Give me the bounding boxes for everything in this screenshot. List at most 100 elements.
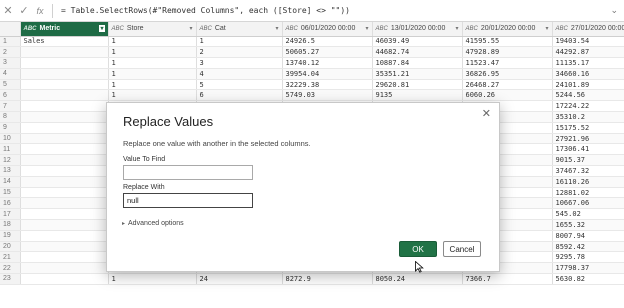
table-cell[interactable]: 44292.87 (552, 46, 624, 59)
table-cell[interactable]: 1 (196, 36, 283, 48)
table-cell[interactable] (20, 111, 109, 123)
table-cell[interactable] (20, 68, 109, 80)
table-cell[interactable]: 34660.16 (552, 68, 624, 80)
table-cell[interactable]: 44682.74 (372, 46, 463, 59)
row-number[interactable]: 21 (0, 251, 21, 264)
x-icon[interactable]: ✕ (0, 2, 16, 20)
type-abc-icon[interactable]: ABC (376, 26, 388, 32)
filter-dropdown-icon[interactable]: ▾ (365, 25, 368, 32)
formula-input[interactable]: = Table.SelectRows(#"Removed Columns", e… (57, 6, 350, 15)
table-cell[interactable]: Sales (20, 36, 109, 48)
row-number[interactable]: 10 (0, 133, 21, 145)
table-cell[interactable]: 2 (196, 46, 283, 59)
table-cell[interactable] (20, 262, 109, 275)
table-cell[interactable] (20, 251, 109, 264)
table-cell[interactable]: 1 (108, 57, 197, 69)
table-cell[interactable]: 5244.56 (552, 89, 624, 102)
table-cell[interactable] (20, 89, 109, 102)
table-cell[interactable]: 9295.78 (552, 251, 624, 264)
table-cell[interactable]: 13740.12 (282, 57, 373, 69)
type-abc-icon[interactable]: ABC (112, 26, 124, 32)
column-header[interactable]: ABC Store ▾ (108, 22, 197, 37)
table-cell[interactable]: 24 (196, 273, 283, 285)
filter-dropdown-icon[interactable]: ▾ (275, 25, 278, 32)
row-number[interactable]: 9 (0, 122, 21, 134)
table-cell[interactable]: 1 (108, 68, 197, 80)
row-number[interactable]: 14 (0, 176, 21, 188)
row-number[interactable]: 3 (0, 57, 21, 69)
table-cell[interactable] (20, 187, 109, 199)
close-icon[interactable]: ✕ (482, 107, 491, 120)
cancel-button[interactable]: Cancel (443, 241, 481, 257)
table-cell[interactable] (20, 143, 109, 156)
row-number[interactable]: 1 (0, 36, 21, 48)
table-cell[interactable]: 47928.89 (462, 46, 553, 59)
table-cell[interactable]: 24926.5 (282, 36, 373, 48)
type-abc-icon[interactable]: ABC (556, 26, 568, 32)
table-cell[interactable]: 12881.02 (552, 187, 624, 199)
table-cell[interactable]: 15175.52 (552, 122, 624, 134)
column-header[interactable]: ABC 06/01/2020 00:00 ▾ (282, 22, 373, 37)
value-to-find-input[interactable] (123, 165, 253, 180)
table-cell[interactable]: 8007.94 (552, 230, 624, 242)
table-cell[interactable] (20, 46, 109, 59)
table-cell[interactable]: 9015.37 (552, 154, 624, 167)
check-icon[interactable]: ✓ (16, 2, 32, 20)
row-number[interactable]: 7 (0, 100, 21, 113)
table-cell[interactable] (20, 197, 109, 210)
replace-with-input[interactable]: null (123, 193, 253, 208)
table-cell[interactable] (20, 176, 109, 188)
column-header[interactable]: ABC 13/01/2020 00:00 ▾ (372, 22, 463, 37)
table-cell[interactable]: 17306.41 (552, 143, 624, 156)
row-number[interactable]: 13 (0, 165, 21, 177)
table-cell[interactable] (20, 165, 109, 177)
column-header[interactable]: ABC27/01/2020 00:00▾ (552, 22, 624, 37)
table-cell[interactable]: 27921.96 (552, 133, 624, 145)
table-cell[interactable]: 4 (196, 68, 283, 80)
table-cell[interactable] (20, 154, 109, 167)
row-number[interactable]: 22 (0, 262, 21, 275)
table-cell[interactable]: 1 (108, 273, 197, 285)
type-abc-icon[interactable]: ABC (200, 26, 212, 32)
table-cell[interactable] (20, 230, 109, 242)
table-cell[interactable]: 8272.9 (282, 273, 373, 285)
row-number[interactable]: 8 (0, 111, 21, 123)
filter-dropdown-icon[interactable]: ▾ (455, 25, 458, 32)
row-number[interactable]: 20 (0, 241, 21, 253)
table-cell[interactable]: 10667.06 (552, 197, 624, 210)
table-cell[interactable] (20, 122, 109, 134)
table-cell[interactable] (20, 57, 109, 69)
table-cell[interactable]: 46039.49 (372, 36, 463, 48)
table-cell[interactable]: 6 (196, 89, 283, 102)
table-cell[interactable]: 17224.22 (552, 100, 624, 113)
row-number[interactable]: 23 (0, 273, 21, 285)
row-number[interactable]: 17 (0, 208, 21, 221)
column-header[interactable]: ABC 20/01/2020 00:00 ▾ (462, 22, 553, 37)
table-cell[interactable]: 19403.54 (552, 36, 624, 48)
table-cell[interactable]: 1 (108, 79, 197, 91)
row-number[interactable]: 11 (0, 143, 21, 156)
column-header[interactable]: ABC Cat ▾ (196, 22, 283, 37)
row-number[interactable]: 5 (0, 79, 21, 91)
table-cell[interactable]: 5630.82 (552, 273, 624, 285)
table-cell[interactable]: 39954.04 (282, 68, 373, 80)
row-number[interactable]: 2 (0, 46, 21, 59)
chevron-down-icon[interactable]: ⌄ (610, 5, 618, 16)
table-cell[interactable]: 9135 (372, 89, 463, 102)
row-number[interactable]: 18 (0, 219, 21, 231)
table-cell[interactable]: 11135.17 (552, 57, 624, 69)
table-cell[interactable]: 29620.81 (372, 79, 463, 91)
table-cell[interactable]: 1 (108, 46, 197, 59)
table-cell[interactable]: 16110.26 (552, 176, 624, 188)
table-cell[interactable]: 3 (196, 57, 283, 69)
filter-dropdown-icon[interactable]: ▾ (189, 25, 192, 32)
corner-cell[interactable] (0, 22, 21, 37)
type-abc-icon[interactable]: ABC (466, 26, 478, 32)
table-cell[interactable]: 8592.42 (552, 241, 624, 253)
table-cell[interactable]: 36826.95 (462, 68, 553, 80)
table-cell[interactable]: 41595.55 (462, 36, 553, 48)
table-cell[interactable]: 1 (108, 36, 197, 48)
filter-dropdown-icon[interactable]: ▾ (99, 25, 105, 33)
table-cell[interactable] (20, 273, 109, 285)
table-cell[interactable]: 8050.24 (372, 273, 463, 285)
